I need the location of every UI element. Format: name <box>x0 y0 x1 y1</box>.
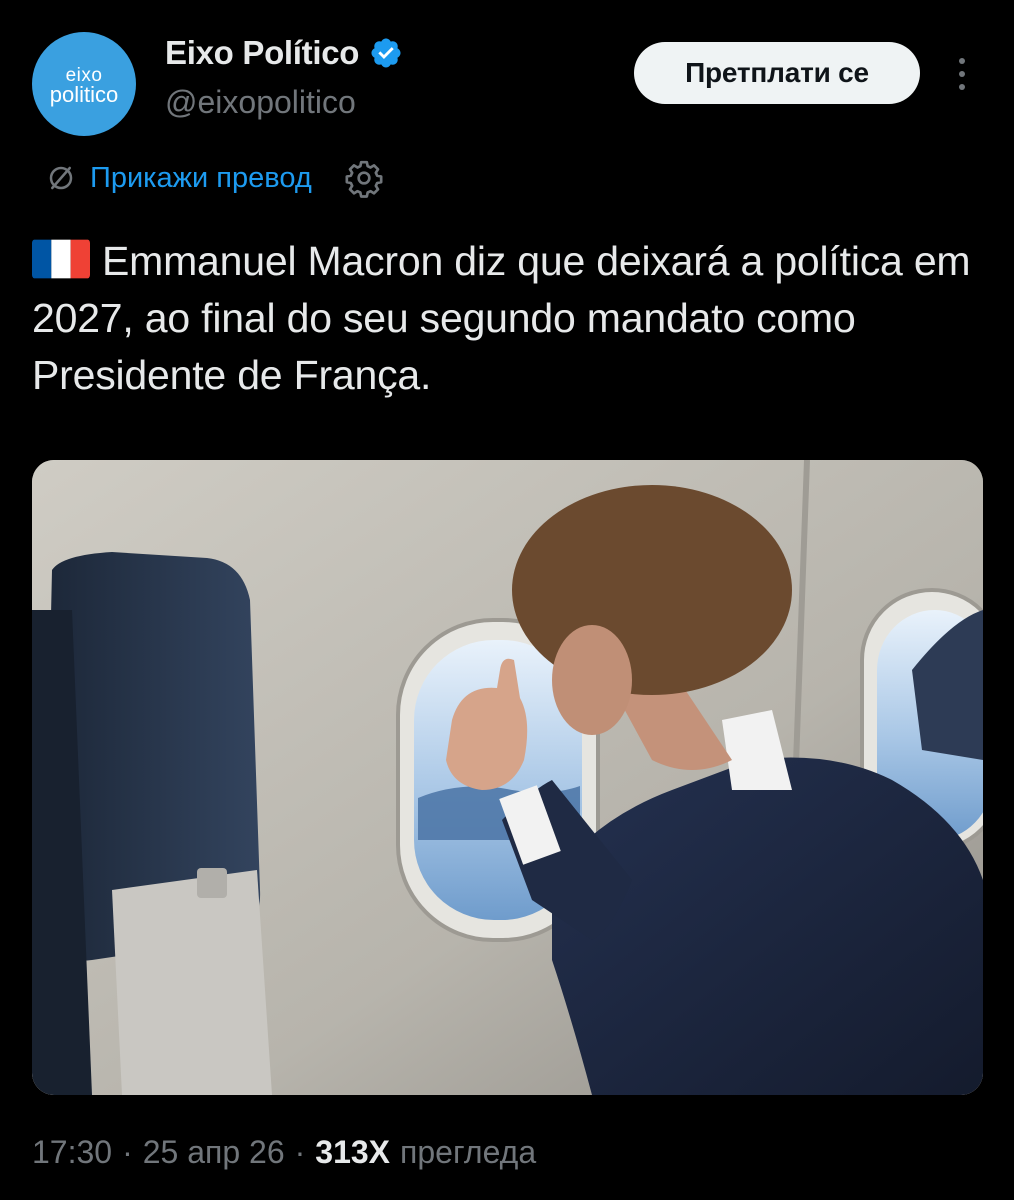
france-flag-icon <box>32 239 90 279</box>
more-vertical-icon[interactable] <box>948 52 976 96</box>
airplane-cabin-photo <box>32 460 983 1095</box>
more-dot <box>959 71 965 77</box>
meta-separator: · <box>294 1134 306 1170</box>
show-translation-link[interactable]: Прикажи превод <box>90 162 312 195</box>
translate-icon <box>49 166 73 190</box>
views-label: прегледа <box>400 1134 537 1170</box>
tweet-body: Emmanuel Macron diz que deixará a políti… <box>32 238 971 398</box>
meta-separator: · <box>122 1134 133 1170</box>
author-display-name[interactable]: Eixo Político <box>165 34 359 72</box>
verified-badge-icon <box>371 38 401 68</box>
more-dot <box>959 58 965 64</box>
tweet-meta: 17:30 · 25 апр 26 · 313Х прегледа <box>32 1134 536 1171</box>
translate-row: Прикажи превод <box>46 156 384 200</box>
tweet-card: eixo politico Eixo Político @eixopolitic… <box>0 0 1014 1200</box>
subscribe-button[interactable]: Претплати се <box>634 42 920 104</box>
author-handle[interactable]: @eixopolitico <box>165 84 356 121</box>
views-count[interactable]: 313Х <box>315 1134 390 1171</box>
tweet-date[interactable]: 25 апр 26 <box>143 1134 285 1171</box>
tweet-photo[interactable] <box>32 460 983 1095</box>
avatar-text-line2: politico <box>49 82 119 107</box>
more-dot <box>959 84 965 90</box>
author-name-row[interactable]: Eixo Político <box>165 34 403 72</box>
tweet-text: Emmanuel Macron diz que deixará a políti… <box>32 233 982 404</box>
gear-icon[interactable] <box>344 158 384 198</box>
avatar[interactable]: eixo politico <box>32 32 136 136</box>
tweet-time[interactable]: 17:30 <box>32 1134 112 1171</box>
